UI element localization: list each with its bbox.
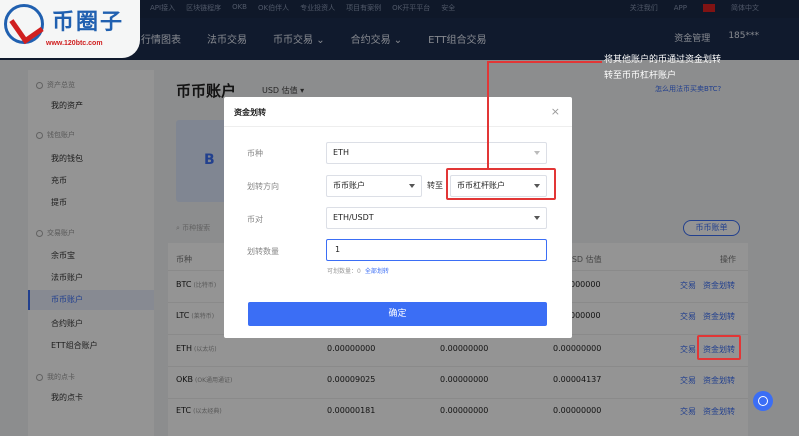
direction-field-label: 划转方向	[247, 182, 279, 191]
chevron-down-icon	[534, 216, 540, 220]
logo-name: 币圈子	[52, 10, 125, 35]
chevron-down-icon	[534, 151, 540, 155]
annotation-connector	[487, 61, 489, 169]
currency-field-label: 币种	[247, 149, 263, 158]
annotation-line: 转至币币杠杆账户	[604, 71, 677, 81]
logo-url: www.120btc.com	[46, 40, 103, 47]
currency-select[interactable]: ETH	[326, 142, 547, 164]
annotation-highlight-transfer	[697, 335, 741, 360]
pair-field-label: 币对	[247, 215, 263, 224]
available-text: 可划数量：0	[327, 268, 361, 275]
pair-select[interactable]: ETH/USDT	[326, 207, 547, 229]
amount-field-label: 划转数量	[247, 247, 279, 256]
dialog-title: 资金划转	[234, 108, 266, 117]
annotation-line: 将其他账户的币通过资金划转	[604, 55, 722, 65]
close-icon[interactable]: ×	[551, 105, 560, 118]
transfer-all-link[interactable]: 全部划转	[365, 268, 389, 275]
site-logo: 币圈子 www.120btc.com	[0, 0, 140, 58]
confirm-button[interactable]: 确定	[248, 302, 547, 326]
from-account-select[interactable]: 币币账户	[326, 175, 422, 197]
select-value: ETH	[333, 148, 349, 157]
transfer-to-label: 转至	[427, 181, 443, 190]
annotation-highlight-to-account	[446, 168, 556, 200]
annotation-connector	[487, 61, 602, 63]
dialog-header: 资金划转 ×	[224, 97, 572, 127]
headset-icon[interactable]	[753, 391, 773, 411]
select-value: ETH/USDT	[333, 213, 374, 222]
select-value: 币币账户	[333, 181, 365, 190]
annotation-note: 将其他账户的币通过资金划转 转至币币杠杆账户	[604, 52, 721, 84]
chevron-down-icon	[409, 184, 415, 188]
logo-mark-icon	[4, 4, 44, 44]
amount-input[interactable]: 1	[326, 239, 547, 261]
available-amount: 可划数量：0 全部划转	[327, 266, 389, 275]
